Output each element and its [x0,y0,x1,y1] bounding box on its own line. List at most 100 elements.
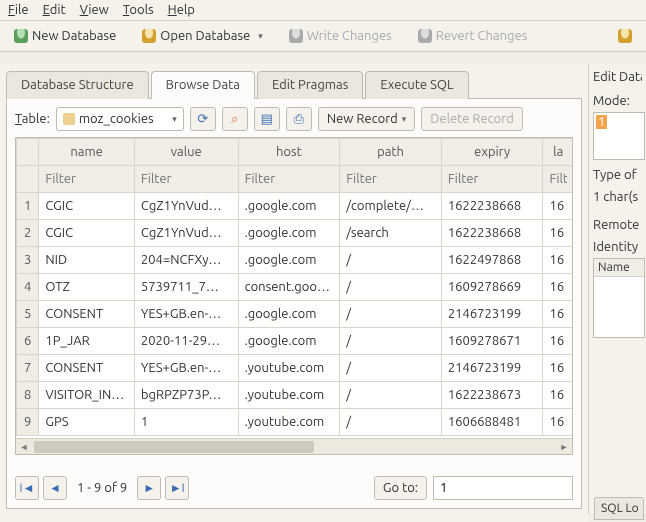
cell-last[interactable]: 16 [543,247,573,274]
table-row[interactable]: 8VISITOR_INF…bgRPZP73P….youtube.com/1622… [17,382,574,409]
tab-database-structure[interactable]: Database Structure [6,71,149,99]
table-row[interactable]: 7CONSENTYES+GB.en-….youtube.com/21467231… [17,355,574,382]
cell-path[interactable]: /search [340,220,442,247]
row-number[interactable]: 5 [17,301,39,328]
table-row[interactable]: 61P_JAR2020-11-29….google.com/1609278671… [17,328,574,355]
filter-host[interactable] [245,172,334,186]
cell-expiry[interactable]: 1622238673 [441,382,543,409]
menu-help[interactable]: Help [168,3,195,17]
tab-edit-pragmas[interactable]: Edit Pragmas [257,71,363,99]
cell-path[interactable]: / [340,301,442,328]
menu-file[interactable]: File [8,3,29,17]
scroll-left-icon[interactable]: ◄ [16,439,32,455]
cell-path[interactable]: / [340,382,442,409]
cell-value[interactable]: bgRPZP73P… [134,382,238,409]
cell-value[interactable]: CgZ1YnVud… [134,193,238,220]
cell-last[interactable]: 16 [543,301,573,328]
row-number[interactable]: 2 [17,220,39,247]
filter-last[interactable] [549,172,567,186]
prev-page-button[interactable]: ◄ [43,476,67,500]
cell-path[interactable]: / [340,409,442,436]
first-page-button[interactable]: I◄ [15,476,39,500]
cell-expiry[interactable]: 1609278669 [441,274,543,301]
row-number[interactable]: 8 [17,382,39,409]
chevron-down-icon[interactable]: ▾ [398,114,407,125]
toolbar-overflow-button[interactable] [614,27,636,45]
filter-value[interactable] [141,172,232,186]
cell-host[interactable]: .google.com [238,220,340,247]
cell-host[interactable]: .google.com [238,247,340,274]
menu-view[interactable]: View [80,3,109,17]
cell-last[interactable]: 16 [543,409,573,436]
chevron-down-icon[interactable]: ▾ [254,31,263,42]
open-database-button[interactable]: Open Database▾ [138,27,267,45]
cell-host[interactable]: .google.com [238,301,340,328]
cell-host[interactable]: .youtube.com [238,409,340,436]
cell-name[interactable]: OTZ [39,274,135,301]
row-number[interactable]: 7 [17,355,39,382]
cell-path[interactable]: / [340,247,442,274]
menu-edit[interactable]: Edit [43,3,66,17]
cell-host[interactable]: .youtube.com [238,382,340,409]
cell-last[interactable]: 16 [543,328,573,355]
table-row[interactable]: 9GPS1.youtube.com/160668848116 [17,409,574,436]
cell-value[interactable]: 204=NCFXy… [134,247,238,274]
cell-expiry[interactable]: 1609278671 [441,328,543,355]
cell-name[interactable]: CONSENT [39,355,135,382]
row-number[interactable]: 4 [17,274,39,301]
col-header-path[interactable]: path [340,139,442,166]
cell-last[interactable]: 16 [543,193,573,220]
goto-button[interactable]: Go to: [374,476,427,500]
scroll-right-icon[interactable]: ► [556,439,572,455]
cell-host[interactable]: .google.com [238,328,340,355]
cell-value[interactable]: 2020-11-29… [134,328,238,355]
cell-value[interactable]: YES+GB.en-… [134,301,238,328]
next-page-button[interactable]: ► [137,476,161,500]
cell-expiry[interactable]: 2146723199 [441,355,543,382]
cell-name[interactable]: VISITOR_INF… [39,382,135,409]
menu-tools[interactable]: Tools [123,3,154,17]
sql-log-tab[interactable]: SQL Lo [594,497,644,520]
row-number[interactable]: 1 [17,193,39,220]
table-select[interactable]: moz_cookies ▾ [56,107,184,131]
cell-last[interactable]: 16 [543,355,573,382]
cell-host[interactable]: .youtube.com [238,355,340,382]
save-table-button[interactable]: ▤ [254,107,280,131]
table-row[interactable]: 2CGICCgZ1YnVud….google.com/search1622238… [17,220,574,247]
cell-last[interactable]: 16 [543,382,573,409]
row-number[interactable]: 6 [17,328,39,355]
cell-name[interactable]: CGIC [39,193,135,220]
table-row[interactable]: 1CGICCgZ1YnVud….google.com/complete/…162… [17,193,574,220]
cell-value[interactable]: CgZ1YnVud… [134,220,238,247]
refresh-button[interactable]: ⟳ [190,107,216,131]
cell-expiry[interactable]: 1622238668 [441,220,543,247]
goto-input[interactable] [433,476,573,500]
cell-expiry[interactable]: 2146723199 [441,301,543,328]
cell-last[interactable]: 16 [543,274,573,301]
filter-path[interactable] [346,172,435,186]
cell-path[interactable]: / [340,328,442,355]
last-page-button[interactable]: ►I [165,476,189,500]
identity-list[interactable]: Name [593,258,645,338]
filter-name[interactable] [45,172,128,186]
table-row[interactable]: 5CONSENTYES+GB.en-….google.com/214672319… [17,301,574,328]
tab-execute-sql[interactable]: Execute SQL [365,71,468,99]
col-header-expiry[interactable]: expiry [441,139,543,166]
col-header-host[interactable]: host [238,139,340,166]
col-header-name[interactable]: name [39,139,135,166]
print-button[interactable]: ⎙ [286,107,312,131]
row-number[interactable]: 3 [17,247,39,274]
cell-value[interactable]: YES+GB.en-… [134,355,238,382]
horizontal-scrollbar[interactable]: ◄ ► [16,438,572,454]
row-number[interactable]: 9 [17,409,39,436]
cell-name[interactable]: 1P_JAR [39,328,135,355]
cell-name[interactable]: CONSENT [39,301,135,328]
cell-path[interactable]: /complete/… [340,193,442,220]
cell-host[interactable]: .google.com [238,193,340,220]
col-header-value[interactable]: value [134,139,238,166]
cell-path[interactable]: / [340,355,442,382]
new-record-button[interactable]: New Record▾ [318,107,415,131]
cell-name[interactable]: NID [39,247,135,274]
cell-name[interactable]: GPS [39,409,135,436]
mode-value-box[interactable]: 1 [593,112,645,160]
